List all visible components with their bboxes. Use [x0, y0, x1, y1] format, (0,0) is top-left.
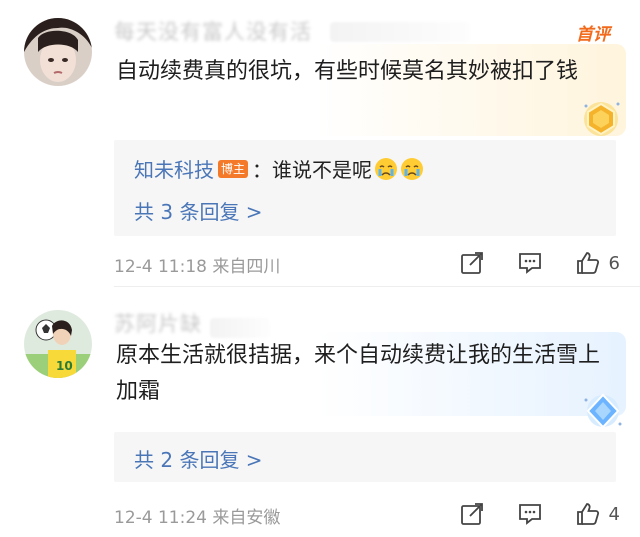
comment-meta: 12-4 11:18 来自四川 — [114, 252, 280, 277]
forward-button[interactable] — [457, 499, 487, 529]
comment-icon — [518, 504, 541, 525]
crying-emoji-icon — [374, 157, 398, 181]
comment-button[interactable] — [515, 248, 545, 278]
thumbs-up-icon — [576, 503, 599, 525]
comment-item: 10 苏阿片缺 原本生活就很拮据，来个自动续费让我的生活雪上加霜 共 2 条回复… — [0, 288, 640, 537]
like-count: 4 — [608, 503, 620, 525]
comment-text: 原本生活就很拮据，来个自动续费让我的生活雪上加霜 — [116, 343, 601, 404]
gold-medal-icon — [578, 96, 624, 142]
reply-line: 知未科技 博主 ：谁说不是呢 — [134, 154, 424, 183]
comment-time: 12-4 11:18 — [114, 257, 207, 277]
reply-author[interactable]: 知未科技 — [134, 154, 214, 183]
comment-item: 每天没有富人没有活 首评 自动续费真的很坑，有些时候莫名其妙被扣了钱 知未科技 … — [0, 0, 640, 285]
like-button[interactable] — [573, 248, 603, 278]
forward-button[interactable] — [457, 248, 487, 278]
blogger-tag: 博主 — [218, 159, 249, 178]
reply-preview[interactable]: 共 2 条回复 > — [114, 432, 616, 482]
comment-time: 12-4 11:24 — [114, 508, 207, 528]
comment-location: 来自四川 — [212, 257, 281, 277]
comment-actions: 4 — [457, 499, 620, 529]
like-button[interactable] — [573, 499, 603, 529]
comment-location: 来自安徽 — [212, 508, 281, 528]
more-replies-link[interactable]: 共 2 条回复 > — [134, 444, 263, 473]
comment-icon — [518, 253, 541, 274]
first-comment-tag: 首评 — [576, 25, 610, 45]
more-replies-link[interactable]: 共 3 条回复 > — [134, 196, 263, 225]
diamond-badge-icon — [580, 388, 626, 434]
thumbs-up-icon — [576, 252, 599, 274]
reply-text: ：谁说不是呢 — [252, 158, 373, 182]
forward-icon — [460, 503, 483, 525]
user-avatar[interactable]: 10 — [24, 310, 92, 378]
comment-button[interactable] — [515, 499, 545, 529]
crying-emoji-icon — [400, 157, 424, 181]
comment-divider — [114, 286, 640, 287]
username[interactable]: 每天没有富人没有活 — [114, 16, 312, 46]
user-badge — [330, 22, 470, 42]
like-count: 6 — [608, 252, 620, 274]
user-avatar[interactable] — [24, 18, 92, 86]
comment-text: 自动续费真的很坑，有些时候莫名其妙被扣了钱 — [116, 59, 579, 84]
reply-preview[interactable]: 知未科技 博主 ：谁说不是呢 共 3 条回复 > — [114, 140, 616, 236]
comment-meta: 12-4 11:24 来自安徽 — [114, 503, 280, 528]
comment-actions: 6 — [457, 248, 620, 278]
forward-icon — [460, 252, 483, 274]
svg-text:10: 10 — [56, 359, 73, 373]
